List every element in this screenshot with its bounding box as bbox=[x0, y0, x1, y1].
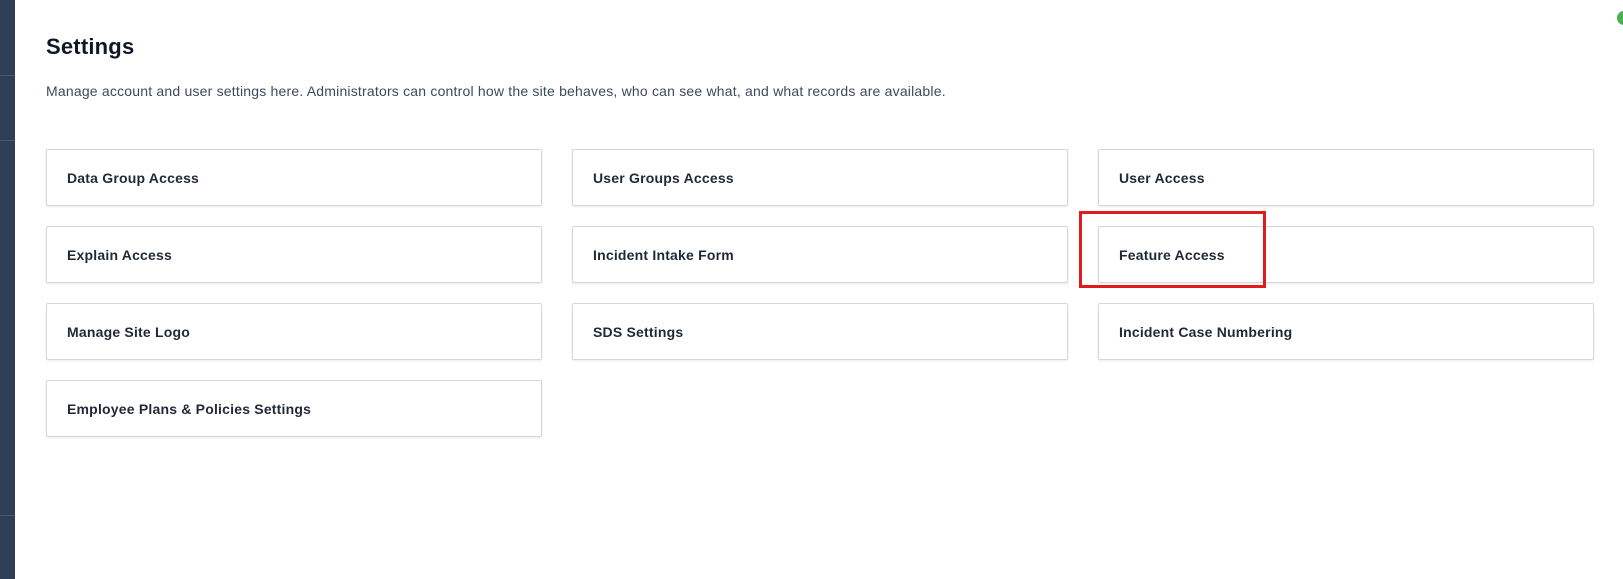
card-feature-access[interactable]: Feature Access bbox=[1098, 226, 1594, 283]
sidebar-divider bbox=[0, 75, 15, 76]
main-content: Settings Manage account and user setting… bbox=[15, 0, 1623, 579]
card-label: Feature Access bbox=[1119, 246, 1225, 263]
card-label: Data Group Access bbox=[67, 169, 200, 186]
card-label: Explain Access bbox=[67, 246, 173, 263]
sidebar-divider bbox=[0, 140, 15, 141]
card-data-group-access[interactable]: Data Group Access bbox=[46, 149, 542, 206]
card-incident-case-numbering[interactable]: Incident Case Numbering bbox=[1098, 303, 1594, 360]
card-employee-plans-policies-settings[interactable]: Employee Plans & Policies Settings bbox=[46, 380, 542, 437]
card-manage-site-logo[interactable]: Manage Site Logo bbox=[46, 303, 542, 360]
card-user-groups-access[interactable]: User Groups Access bbox=[572, 149, 1068, 206]
card-label: Employee Plans & Policies Settings bbox=[67, 400, 312, 417]
card-label: SDS Settings bbox=[593, 323, 684, 340]
card-label: Incident Case Numbering bbox=[1119, 323, 1293, 340]
page-title: Settings bbox=[46, 34, 135, 59]
card-explain-access[interactable]: Explain Access bbox=[46, 226, 542, 283]
sidebar-divider bbox=[0, 515, 15, 516]
settings-grid: Data Group Access User Groups Access Use… bbox=[46, 149, 1594, 437]
card-label: User Groups Access bbox=[593, 169, 734, 186]
page-description: Manage account and user settings here. A… bbox=[46, 83, 946, 99]
sidebar bbox=[0, 0, 15, 579]
card-label: Incident Intake Form bbox=[593, 246, 734, 263]
card-sds-settings[interactable]: SDS Settings bbox=[572, 303, 1068, 360]
card-incident-intake-form[interactable]: Incident Intake Form bbox=[572, 226, 1068, 283]
card-label: Manage Site Logo bbox=[67, 323, 190, 340]
card-user-access[interactable]: User Access bbox=[1098, 149, 1594, 206]
card-label: User Access bbox=[1119, 169, 1205, 186]
